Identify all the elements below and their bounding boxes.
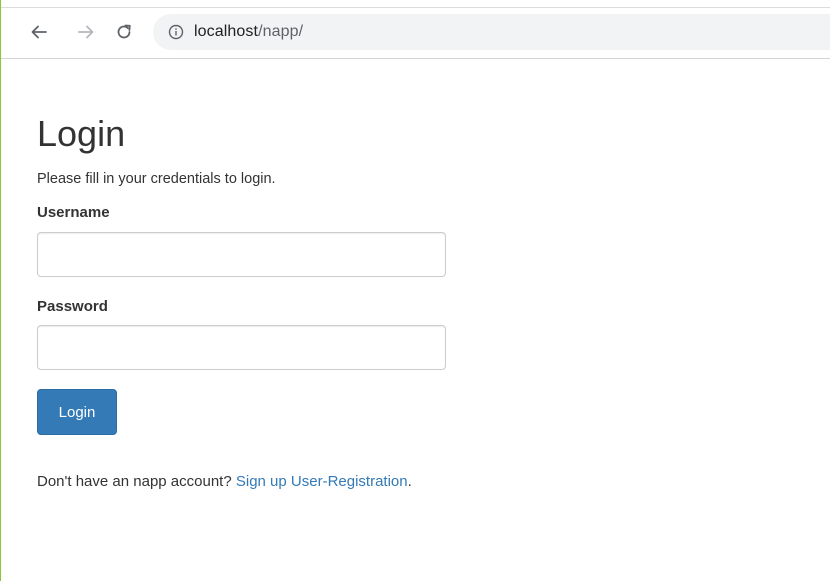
- url-host: localhost: [194, 23, 259, 40]
- page-subtitle: Please fill in your credentials to login…: [37, 171, 276, 187]
- login-button[interactable]: Login: [37, 389, 117, 435]
- reload-button[interactable]: [113, 20, 135, 44]
- signup-prompt: Don't have an napp account? Sign up User…: [37, 472, 417, 491]
- signup-suffix: .: [407, 473, 412, 490]
- password-label: Password: [37, 298, 108, 315]
- username-label: Username: [37, 204, 110, 221]
- signup-prompt-text: Don't have an napp account?: [37, 473, 236, 490]
- url-text[interactable]: localhost/napp/: [194, 23, 303, 41]
- page-title: Login: [37, 113, 126, 154]
- password-field[interactable]: [37, 325, 446, 370]
- arrow-right-icon: [78, 25, 94, 39]
- browser-toolbar: localhost/napp/: [1, 8, 830, 59]
- address-bar[interactable]: localhost/napp/: [153, 14, 830, 50]
- signup-link[interactable]: Sign up User-Registration: [236, 473, 408, 490]
- arrow-left-icon: [31, 25, 47, 39]
- window-top-edge: [1, 0, 830, 8]
- info-circle-icon[interactable]: [168, 24, 184, 40]
- back-button[interactable]: [28, 20, 50, 44]
- reload-icon: [117, 24, 131, 39]
- url-path: /napp/: [258, 23, 304, 40]
- forward-button[interactable]: [75, 20, 97, 44]
- username-field[interactable]: [37, 232, 446, 277]
- browser-window: localhost/napp/ Login Please fill in you…: [0, 0, 830, 581]
